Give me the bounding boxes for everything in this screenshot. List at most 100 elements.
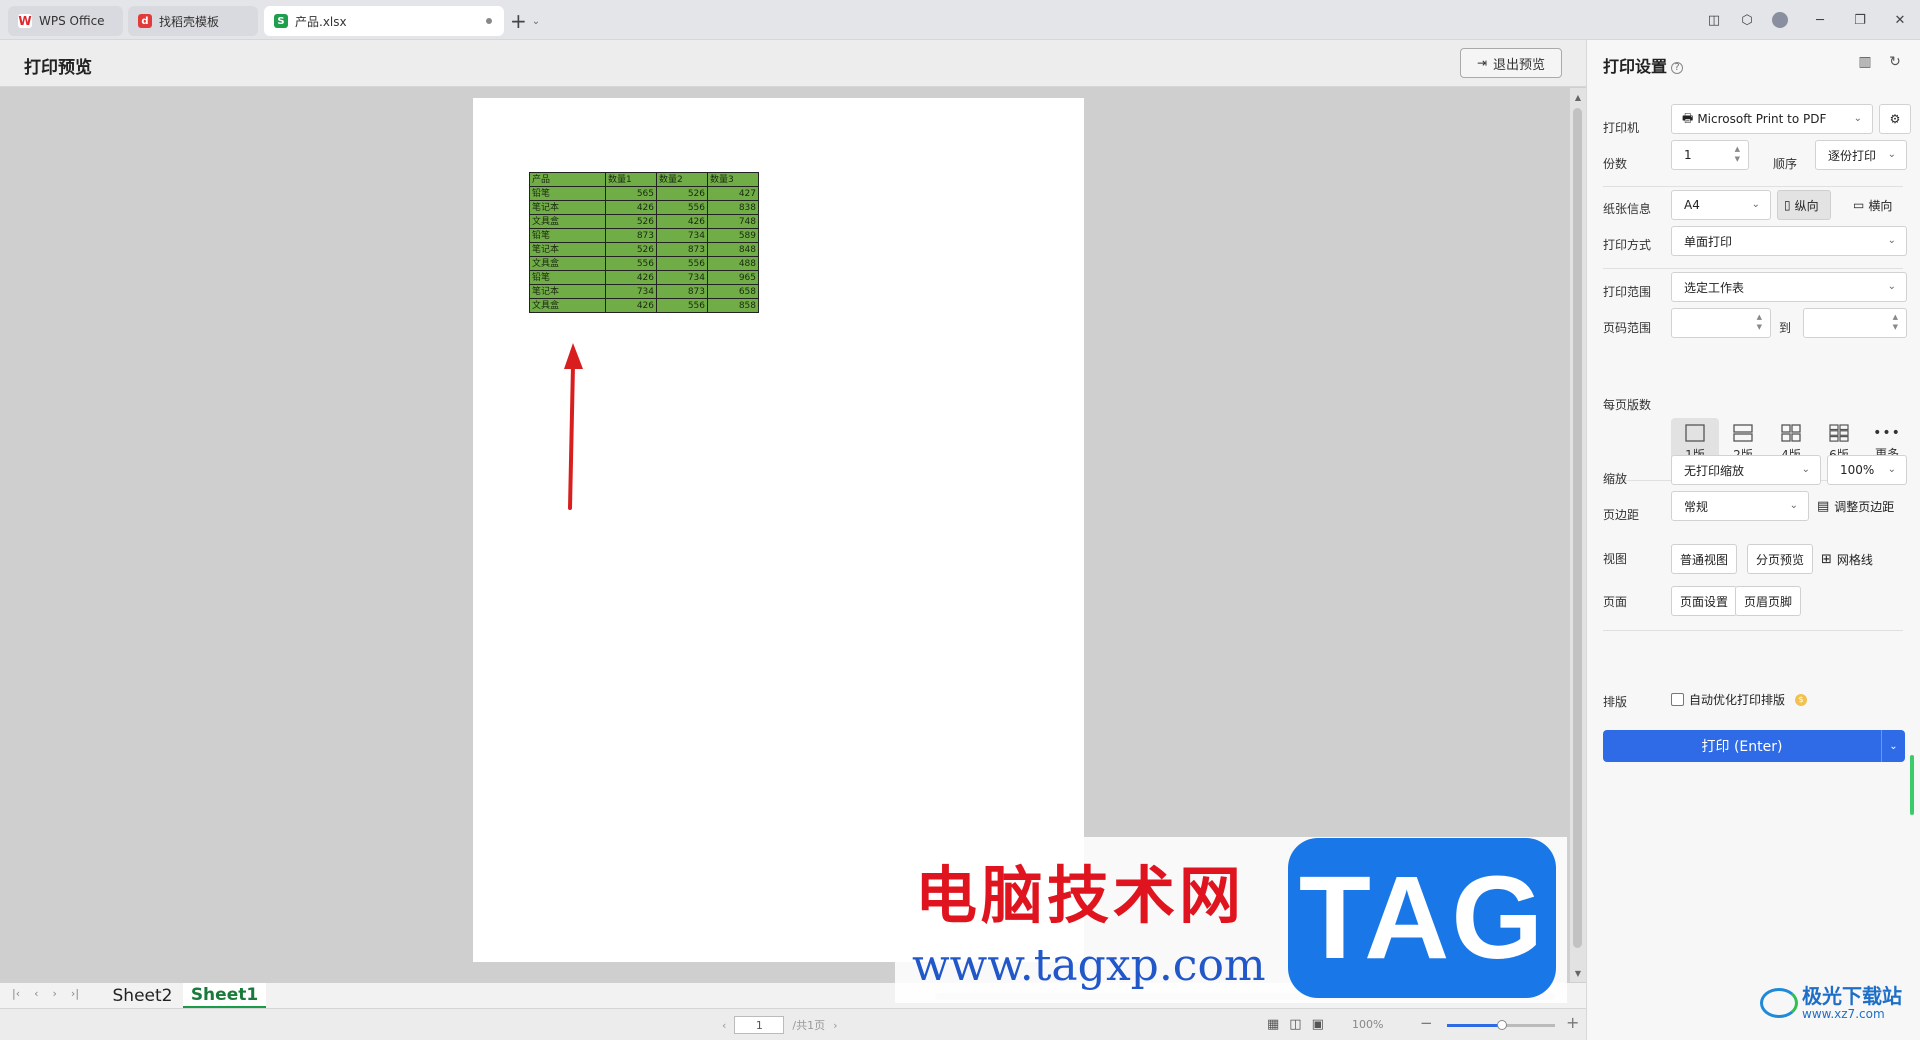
stepper-arrows-icon[interactable]: ▲ ▼ — [1757, 312, 1762, 332]
minimize-icon[interactable]: ─ — [1803, 0, 1837, 40]
adjust-margin-button[interactable]: ▤ 调整页边距 — [1817, 491, 1894, 521]
scale-select[interactable]: 无打印缩放 ⌄ — [1671, 455, 1821, 485]
last-sheet-icon[interactable]: ›| — [71, 987, 79, 1000]
zoom-in-icon[interactable]: + — [1566, 1013, 1579, 1032]
two-pages-icon — [1733, 423, 1753, 442]
checkbox-box[interactable] — [1671, 693, 1684, 706]
stepper-arrows-icon[interactable]: ▲ ▼ — [1893, 312, 1898, 332]
new-tab-button[interactable]: + ⌄ — [510, 8, 540, 34]
more-dots-icon: ••• — [1873, 424, 1901, 441]
margin-select[interactable]: 常规 ⌄ — [1671, 491, 1809, 521]
page-break-icon[interactable]: ▣ — [1312, 1017, 1324, 1032]
scroll-up-icon[interactable]: ▲ — [1570, 90, 1586, 104]
exit-preview-button[interactable]: ⇥ 退出预览 — [1460, 48, 1562, 78]
scrollbar-thumb[interactable] — [1573, 108, 1582, 948]
paper-size-select[interactable]: A4 ⌄ — [1671, 190, 1771, 220]
restore-icon[interactable]: ❐ — [1843, 0, 1877, 40]
page-layout-icon[interactable]: ◫ — [1289, 1017, 1301, 1032]
page-break-preview-button[interactable]: 分页预览 — [1747, 544, 1814, 574]
divider — [1603, 630, 1903, 631]
print-button[interactable]: 打印 (Enter) ⌄ — [1603, 730, 1905, 762]
normal-view-icon[interactable]: ▦ — [1267, 1017, 1279, 1032]
landscape-toggle[interactable]: ▭ 横向 — [1847, 190, 1898, 220]
page-total: /共1页 — [792, 1019, 826, 1032]
auto-optimize-checkbox[interactable]: 自动优化打印排版 $ — [1671, 691, 1808, 708]
page-from-input[interactable]: ▲ ▼ — [1671, 308, 1771, 338]
printer-settings-button[interactable]: ⚙ — [1879, 104, 1911, 134]
close-icon[interactable]: ✕ — [1883, 0, 1917, 40]
exit-icon: ⇥ — [1476, 56, 1488, 70]
tab-wps-office[interactable]: W WPS Office — [8, 6, 123, 36]
chevron-down-icon: ⌄ — [1751, 199, 1760, 210]
preview-vertical-scrollbar[interactable]: ▲ ▼ — [1570, 88, 1586, 982]
page-to-input[interactable]: ▲ ▼ — [1803, 308, 1907, 338]
tab-docer-templates[interactable]: d 找稻壳模板 — [128, 6, 258, 36]
side-indicator-bar — [1910, 755, 1914, 815]
tab-modified-dot-icon[interactable] — [486, 18, 492, 24]
normal-view-button[interactable]: 普通视图 — [1671, 544, 1738, 574]
help-icon[interactable]: ? — [1671, 61, 1684, 74]
table-cell: 426 — [656, 214, 708, 229]
red-arrow-annotation — [564, 343, 583, 510]
table-cell: 565 — [605, 186, 657, 201]
printer-select[interactable]: 🖶 Microsoft Print to PDF ⌄ — [1671, 104, 1873, 134]
gridlines-toggle[interactable]: ⊞ 网格线 — [1821, 544, 1873, 574]
scroll-down-icon[interactable]: ▼ — [1570, 966, 1586, 980]
scale-percent-select[interactable]: 100% ⌄ — [1827, 455, 1907, 485]
table-cell: 426 — [605, 298, 657, 313]
table-header-row: 产品 数量1 数量2 数量3 — [529, 172, 759, 187]
table-cell: 734 — [656, 228, 708, 243]
first-sheet-icon[interactable]: |‹ — [12, 987, 20, 1000]
sheet-tab-sheet2[interactable]: Sheet2 — [105, 983, 180, 1008]
table-cell: 873 — [656, 284, 708, 299]
table-cell: 526 — [605, 242, 657, 257]
table-cell: 589 — [707, 228, 759, 243]
page-label: 页面 — [1603, 595, 1628, 609]
stepper-arrows-icon[interactable]: ▲ ▼ — [1735, 144, 1740, 164]
portrait-toggle[interactable]: ▯ 纵向 — [1777, 190, 1831, 220]
prev-page-icon[interactable]: ‹ — [722, 1019, 726, 1032]
aurora-logo-icon — [1760, 988, 1798, 1018]
order-select[interactable]: 逐份打印 ⌄ — [1815, 140, 1907, 170]
table-row: 文具盒 426 556 858 — [529, 298, 759, 313]
next-sheet-icon[interactable]: › — [53, 987, 57, 1000]
chevron-down-icon: ⌄ — [1853, 113, 1862, 124]
copies-stepper[interactable]: 1 ▲ ▼ — [1671, 140, 1749, 170]
layout-icon[interactable]: ◫ — [1697, 0, 1731, 40]
page-setup-button[interactable]: 页面设置 — [1671, 586, 1738, 616]
sheet-tab-sheet1[interactable]: Sheet1 — [183, 983, 266, 1008]
title-tab-bar: W WPS Office d 找稻壳模板 S 产品.xlsx + ⌄ ◫ ⬡ ─… — [0, 0, 1920, 40]
gear-icon: ⚙ — [1889, 112, 1901, 126]
header-footer-button[interactable]: 页眉页脚 — [1735, 586, 1802, 616]
chevron-down-icon[interactable]: ⌄ — [532, 16, 540, 27]
watermark-tag-logo: TAG — [1288, 838, 1556, 998]
table-cell: 838 — [707, 200, 759, 215]
divider — [1603, 268, 1903, 269]
table-cell: 文具盒 — [529, 298, 606, 313]
prev-sheet-icon[interactable]: ‹ — [34, 987, 38, 1000]
six-pages-icon — [1829, 423, 1849, 442]
cube-icon[interactable]: ⬡ — [1730, 0, 1764, 40]
table-cell: 铅笔 — [529, 186, 606, 201]
status-bar: ‹ 1 /共1页 › ▦ ◫ ▣ 100% − + — [0, 1008, 1586, 1040]
print-range-select[interactable]: 选定工作表 ⌄ — [1671, 272, 1907, 302]
printer-label: 打印机 — [1603, 121, 1640, 135]
page-title: 打印预览 — [24, 58, 92, 78]
order-label: 顺序 — [1773, 157, 1798, 171]
view-label: 视图 — [1603, 552, 1628, 566]
print-mode-select[interactable]: 单面打印 ⌄ — [1671, 226, 1907, 256]
tab-product-xlsx[interactable]: S 产品.xlsx — [264, 6, 504, 36]
page-number-input[interactable]: 1 — [734, 1016, 785, 1034]
avatar[interactable] — [1763, 0, 1797, 40]
table-cell: 笔记本 — [529, 284, 606, 299]
chevron-down-icon[interactable]: ⌄ — [1881, 730, 1905, 762]
table-row: 铅笔 565 526 427 — [529, 186, 759, 201]
zoom-out-icon[interactable]: − — [1420, 1014, 1433, 1032]
table-cell: 734 — [656, 270, 708, 285]
next-page-icon[interactable]: › — [833, 1019, 837, 1032]
table-row: 铅笔 873 734 589 — [529, 228, 759, 243]
zoom-slider-handle[interactable] — [1497, 1020, 1507, 1030]
refresh-icon[interactable]: ↻ — [1885, 52, 1905, 72]
table-cell: 笔记本 — [529, 242, 606, 257]
panel-layout-icon[interactable]: ▥ — [1855, 52, 1875, 72]
